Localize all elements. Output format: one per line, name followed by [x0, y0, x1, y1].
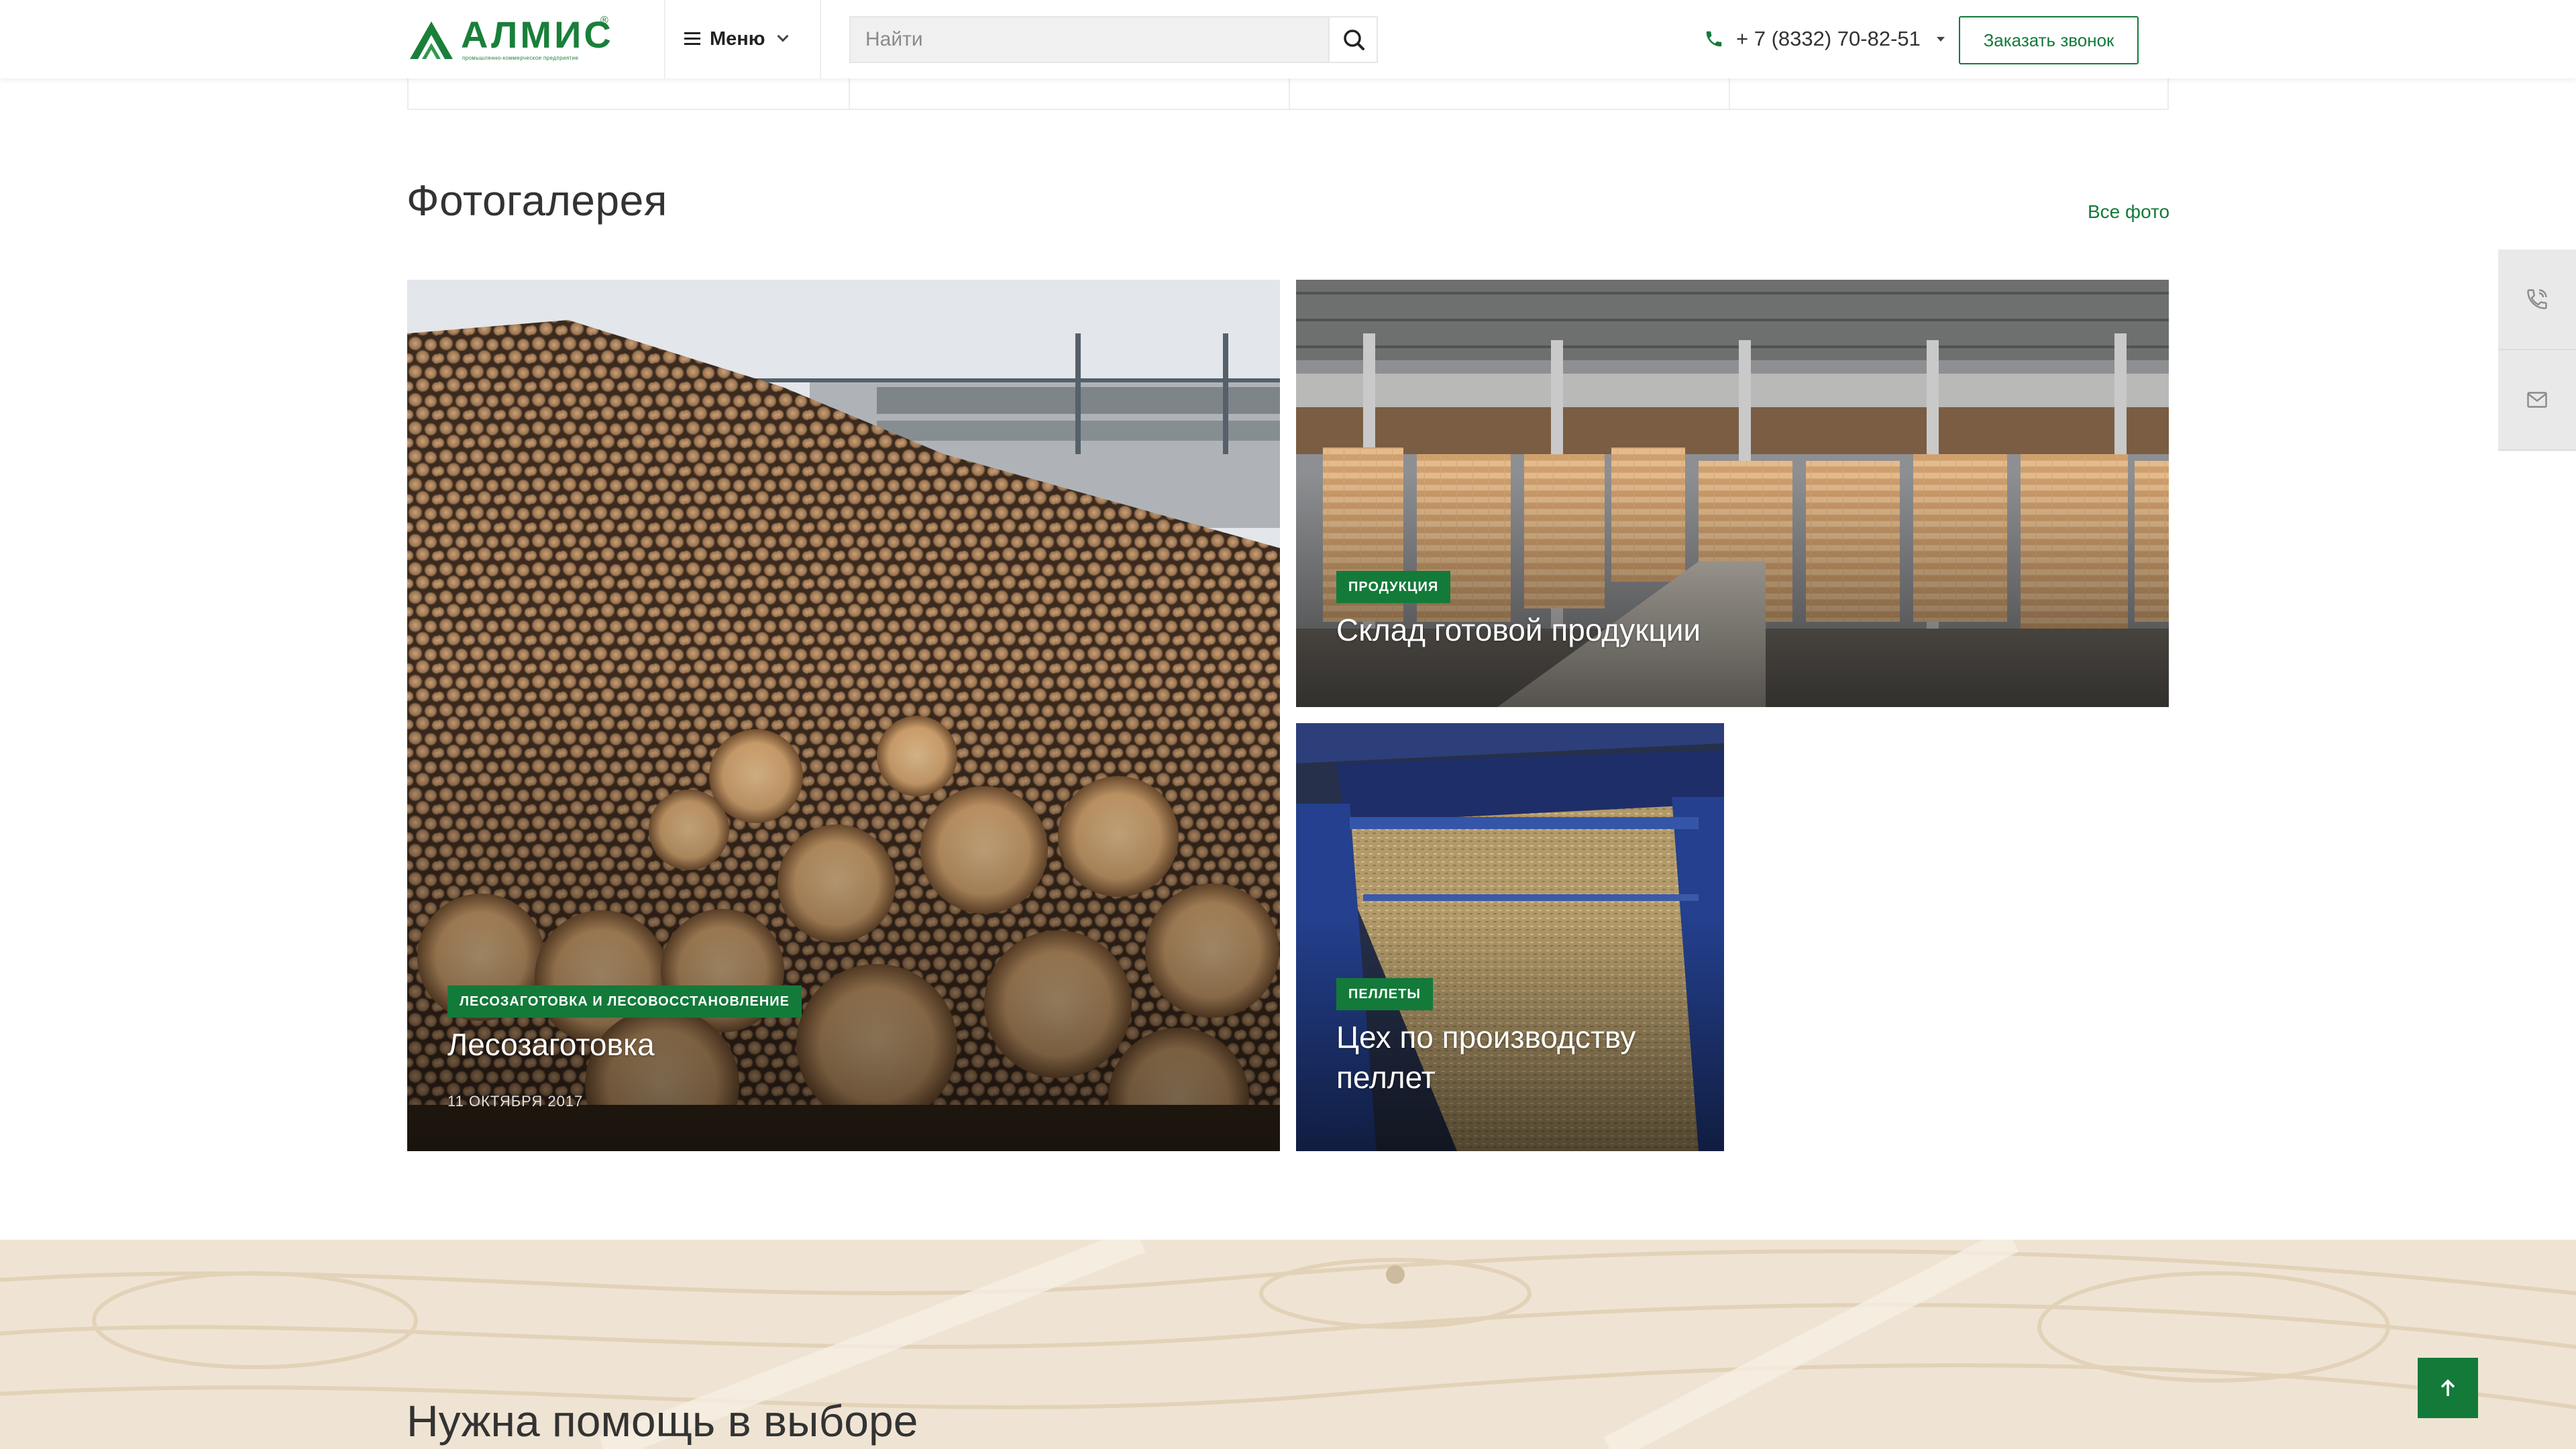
gallery-title: Фотогалерея	[407, 176, 667, 225]
gallery-item-pellets[interactable]: ПЕЛЛЕТЫ Цех по производству пеллет	[1296, 723, 1724, 1151]
phone-callback-icon	[2527, 289, 2547, 309]
search-input[interactable]	[851, 17, 1328, 62]
almis-logo-icon	[410, 21, 453, 59]
menu-label: Меню	[710, 28, 765, 50]
phone-dropdown[interactable]: + 7 (8332) 70-82-51	[1704, 24, 1945, 54]
gallery-item-title: Склад готовой продукции	[1336, 612, 1701, 647]
chevron-down-icon	[777, 30, 789, 42]
arrow-up-icon	[2440, 1379, 2455, 1396]
search-bar	[849, 16, 1378, 63]
side-contact-panel	[2498, 250, 2576, 451]
grid-divider	[849, 78, 850, 110]
search-icon	[1344, 30, 1364, 50]
phone-number: + 7 (8332) 70-82-51	[1736, 27, 1921, 50]
menu-button[interactable]: Меню	[684, 25, 789, 52]
category-badge: ПРОДУКЦИЯ	[1336, 571, 1451, 603]
gallery-item-logging[interactable]: ЛЕСОЗАГОТОВКА И ЛЕСОВОССТАНОВЛЕНИЕ Лесоз…	[407, 280, 1280, 1151]
phone-icon	[1706, 31, 1722, 47]
site-header: АЛМИС ® промышленно-коммерческое предпри…	[0, 0, 2576, 78]
logo-text: АЛМИС	[461, 13, 614, 56]
grid-divider	[1729, 78, 1730, 110]
search-button[interactable]	[1328, 17, 1377, 62]
scroll-to-top-button[interactable]	[2418, 1358, 2478, 1418]
wood-texture-image	[0, 1240, 2576, 1449]
gallery-item-warehouse[interactable]: ПРОДУКЦИЯ Склад готовой продукции	[1296, 280, 2169, 707]
logo-registered-mark: ®	[600, 15, 608, 26]
header-divider	[664, 0, 665, 78]
site-logo[interactable]: АЛМИС ® промышленно-коммерческое предпри…	[407, 15, 615, 64]
logo-subtitle: промышленно-коммерческое предприятие	[462, 55, 579, 61]
caret-down-icon	[1936, 36, 1945, 42]
all-photos-link[interactable]: Все фото	[2088, 201, 2169, 223]
mail-button[interactable]	[2498, 350, 2576, 451]
gallery-item-date: 11 ОКТЯБРЯ 2017	[447, 1093, 584, 1110]
gallery-item-title: Лесозаготовка	[447, 1027, 655, 1062]
help-section-title: Нужна помощь в выборе	[407, 1396, 918, 1446]
gallery-item-title: Цех по производству пеллет	[1336, 1017, 1635, 1097]
mail-icon	[2527, 392, 2547, 408]
header-divider	[820, 0, 821, 78]
help-section-background	[0, 1240, 2576, 1449]
title-line: пеллет	[1336, 1060, 1436, 1095]
category-badge: ЛЕСОЗАГОТОВКА И ЛЕСОВОССТАНОВЛЕНИЕ	[447, 985, 802, 1018]
grid-divider	[1289, 78, 1290, 110]
photo-shade	[407, 672, 1280, 1151]
menu-icon	[684, 32, 700, 46]
title-line: Цех по производству	[1336, 1020, 1636, 1055]
previous-section-grid	[407, 78, 2169, 110]
callback-button[interactable]	[2498, 250, 2576, 350]
category-badge: ПЕЛЛЕТЫ	[1336, 978, 1433, 1010]
order-call-button[interactable]: Заказать звонок	[1959, 16, 2139, 64]
